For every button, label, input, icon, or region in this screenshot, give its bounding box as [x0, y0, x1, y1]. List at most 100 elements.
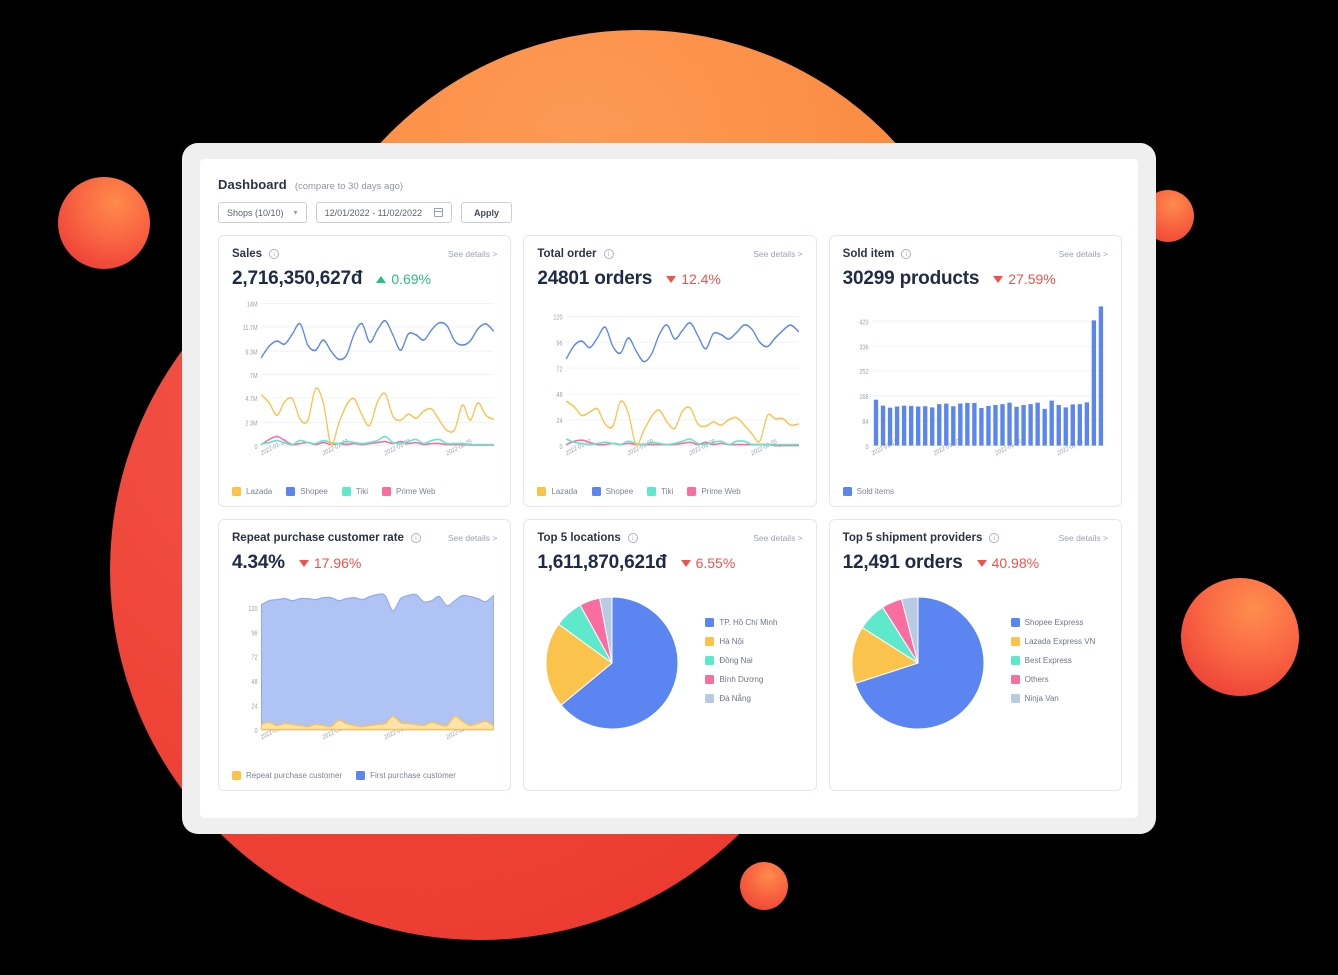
legend-item[interactable]: Shopee Express: [1010, 618, 1096, 627]
info-icon[interactable]: i: [410, 533, 421, 543]
legend-swatch: [1010, 618, 1020, 627]
legend-item[interactable]: Bình Dương: [705, 675, 777, 684]
chart-canvas: 0 2.3M 4.7M 7M 9.3M 11.7M 14M 2022-01-12 2022-01…: [232, 296, 497, 483]
date-range-value: 12/01/2022 - 11/02/2022: [324, 207, 422, 218]
legend-swatch: [705, 637, 715, 646]
legend-item[interactable]: First purchase customer: [356, 771, 456, 780]
legend-label: Đà Nẵng: [719, 694, 751, 703]
card-sold-item: Sold item i See details > 30299 products…: [828, 235, 1122, 507]
svg-text:24: 24: [251, 703, 258, 711]
svg-text:96: 96: [557, 340, 564, 348]
svg-text:2.3M: 2.3M: [245, 420, 257, 428]
see-details-link[interactable]: See details >: [753, 249, 802, 259]
card-metric: 1,611,870,621đ 6.55%: [537, 552, 802, 574]
legend-item[interactable]: Sold items: [842, 487, 894, 496]
legend-item[interactable]: TP. Hồ Chí Minh: [705, 618, 777, 627]
legend-swatch: [356, 771, 366, 780]
legend-item[interactable]: Shopee: [591, 487, 633, 496]
legend-item[interactable]: Prime Web: [687, 487, 741, 496]
see-details-link[interactable]: See details >: [1059, 249, 1108, 259]
see-details-link[interactable]: See details >: [753, 533, 802, 543]
svg-text:0: 0: [865, 443, 869, 451]
card-header: Repeat purchase customer rate i See deta…: [232, 532, 497, 544]
metric-delta: 40.98%: [976, 555, 1039, 571]
info-icon[interactable]: i: [901, 249, 912, 259]
chart-legend: Repeat purchase customer First purchase …: [232, 771, 497, 780]
svg-text:420: 420: [859, 319, 869, 327]
date-range-input[interactable]: 12/01/2022 - 11/02/2022: [315, 202, 452, 223]
arrow-down-icon: [976, 559, 987, 567]
metric-delta: 0.69%: [376, 271, 431, 287]
browser-window-frame: Dashboard (compare to 30 days ago) Shops…: [182, 143, 1156, 834]
svg-text:72: 72: [557, 366, 564, 374]
legend-item[interactable]: Others: [1010, 675, 1096, 684]
chart-canvas: 0 24 48 72 96 120 2022-01-12 2022-01-20 2022-01-…: [232, 580, 497, 767]
pie-chart: [537, 588, 687, 743]
metric-value: 30299 products: [842, 268, 980, 289]
chart-legend: Lazada Shopee Tiki Prime Web: [537, 487, 802, 496]
legend-item[interactable]: Hà Nội: [705, 637, 777, 646]
legend-swatch: [705, 618, 715, 627]
legend-item[interactable]: Lazada: [537, 487, 578, 496]
svg-text:0: 0: [254, 727, 258, 735]
legend-item[interactable]: Shopee: [286, 487, 328, 496]
see-details-link[interactable]: See details >: [448, 249, 497, 259]
card-title: Sales: [232, 248, 263, 260]
svg-text:4.7M: 4.7M: [245, 396, 257, 404]
metric-delta: 6.55%: [680, 555, 735, 571]
legend-swatch: [232, 487, 241, 496]
card-metric: 30299 products 27.59%: [843, 268, 1108, 290]
svg-text:0: 0: [254, 443, 258, 451]
arrow-down-icon: [680, 559, 691, 567]
legend-item[interactable]: Repeat purchase customer: [232, 771, 342, 780]
legend-item[interactable]: Đồng Nai: [705, 656, 777, 665]
legend-swatch: [647, 487, 657, 496]
legend-item[interactable]: Tiki: [341, 487, 368, 496]
info-icon[interactable]: i: [603, 249, 614, 259]
svg-text:120: 120: [554, 314, 564, 322]
legend-label: Bình Dương: [719, 675, 764, 684]
see-details-link[interactable]: See details >: [1059, 533, 1108, 543]
page-subtitle: (compare to 30 days ago): [294, 181, 404, 192]
legend-item[interactable]: Lazada Express VN: [1010, 637, 1096, 646]
legend-swatch: [705, 694, 715, 703]
info-icon[interactable]: i: [627, 533, 638, 543]
svg-text:120: 120: [248, 605, 258, 613]
pie-chart: [843, 588, 993, 743]
card-shipment-providers: Top 5 shipment providers i See details >…: [828, 519, 1122, 791]
card-title: Sold item: [842, 248, 895, 260]
card-title: Repeat purchase customer rate: [232, 532, 404, 544]
pie-chart-wrap: Shopee Express Lazada Express VN Best Ex…: [843, 588, 1108, 780]
legend-label: Tiki: [355, 487, 368, 496]
chart-legend: Shopee Express Lazada Express VN Best Ex…: [1010, 588, 1096, 703]
legend-label: Repeat purchase customer: [246, 771, 343, 780]
legend-item[interactable]: Prime Web: [382, 487, 435, 496]
legend-item[interactable]: Lazada: [232, 487, 272, 496]
legend-item[interactable]: Ninja Van: [1010, 694, 1096, 703]
apply-button[interactable]: Apply: [460, 202, 512, 223]
legend-item[interactable]: Tiki: [647, 487, 673, 496]
card-top-locations: Top 5 locations i See details > 1,611,87…: [523, 519, 817, 791]
arrow-down-icon: [993, 275, 1004, 283]
card-metric: 12,491 orders 40.98%: [843, 552, 1108, 574]
legend-item[interactable]: Đà Nẵng: [705, 694, 777, 703]
svg-text:168: 168: [859, 394, 869, 402]
chart-legend: Sold items: [842, 487, 1108, 496]
metric-value: 1,611,870,621đ: [537, 552, 667, 573]
shops-select[interactable]: Shops (10/10) ▾: [218, 202, 307, 223]
info-icon[interactable]: i: [269, 249, 280, 259]
legend-swatch: [705, 656, 715, 665]
card-header-left: Repeat purchase customer rate i: [232, 532, 421, 544]
info-icon[interactable]: i: [989, 533, 1000, 543]
card-header-left: Sold item i: [843, 248, 912, 260]
metric-value: 2,716,350,627đ: [232, 268, 363, 289]
card-header: Sold item i See details >: [843, 248, 1108, 260]
svg-text:24: 24: [557, 417, 564, 425]
legend-item[interactable]: Best Express: [1010, 656, 1096, 665]
legend-swatch: [1010, 656, 1020, 665]
legend-label: Lazada Express VN: [1024, 637, 1096, 646]
card-header: Top 5 locations i See details >: [537, 532, 802, 544]
legend-swatch: [1010, 675, 1020, 684]
see-details-link[interactable]: See details >: [448, 533, 497, 543]
metric-value: 24801 orders: [537, 268, 653, 289]
